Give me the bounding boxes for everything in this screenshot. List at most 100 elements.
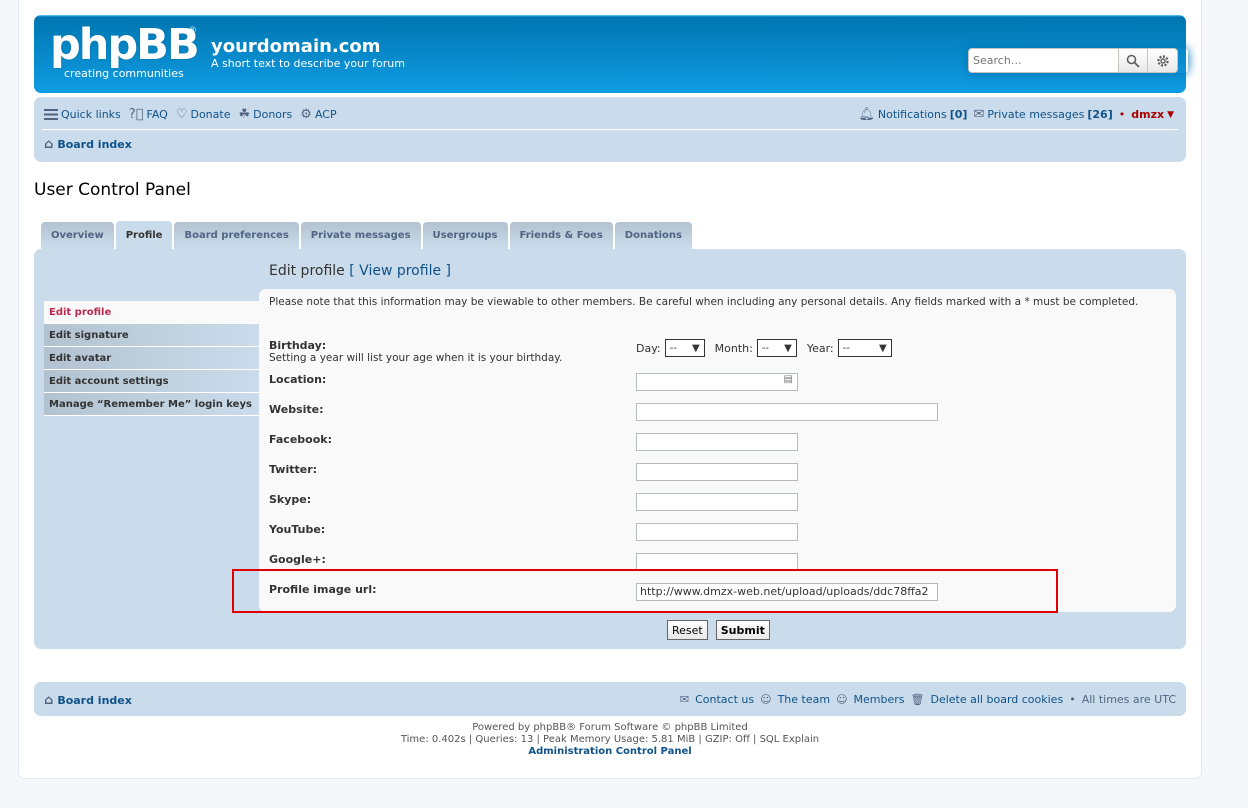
sidebar-item-remember-me-keys[interactable]: Manage “Remember Me” login keys xyxy=(44,393,259,416)
twitter-input[interactable] xyxy=(636,463,798,481)
bell-icon: 🔔︎ xyxy=(858,107,875,122)
private-messages-link[interactable]: ✉ Private messages [26] xyxy=(973,107,1112,122)
googleplus-label: Google+: xyxy=(269,553,326,566)
username: dmzx xyxy=(1131,108,1165,121)
twitter-label: Twitter: xyxy=(269,463,318,476)
day-label: Day: xyxy=(636,341,661,355)
envelope-icon: ✉ xyxy=(973,107,985,122)
year-select[interactable]: -- ▼ xyxy=(837,339,892,357)
notifications-count: [0] xyxy=(949,108,968,121)
quick-links-label: Quick links xyxy=(61,108,121,121)
donate-link[interactable]: ♡ Donate xyxy=(176,107,231,122)
tab-private-messages[interactable]: Private messages xyxy=(300,222,421,249)
month-select[interactable]: -- ▼ xyxy=(756,339,797,357)
breadcrumb-board-index: Board index xyxy=(57,138,132,151)
cogs-icon: ⚙ xyxy=(300,107,312,122)
highlight-box xyxy=(232,569,1058,613)
caret-down-icon: ▼ xyxy=(784,342,792,354)
navbar: Quick links ?⃝ FAQ ♡ Donate ☘ Donors ⚙ A… xyxy=(34,97,1186,162)
location-label: Location: xyxy=(269,373,327,386)
youtube-input[interactable] xyxy=(636,523,798,541)
view-profile-link[interactable]: View profile xyxy=(359,263,441,279)
reset-button[interactable]: Reset xyxy=(667,620,708,640)
acp-link[interactable]: ⚙ ACP xyxy=(300,107,336,122)
location-input[interactable]: ▤ xyxy=(636,373,798,391)
facebook-label: Facebook: xyxy=(269,433,332,446)
facebook-input[interactable] xyxy=(636,433,798,451)
month-value: -- xyxy=(761,342,770,354)
website-label: Website: xyxy=(269,403,324,416)
private-messages-count: [26] xyxy=(1087,108,1113,121)
home-icon: ⌂ xyxy=(44,137,54,152)
tab-overview[interactable]: Overview xyxy=(41,222,114,249)
header-bar: phpBB ® creating communities yourdomain.… xyxy=(34,15,1186,93)
month-label: Month: xyxy=(714,341,753,355)
search-input[interactable] xyxy=(968,48,1118,73)
envelope-icon: ✉ xyxy=(679,693,690,706)
trash-icon: 🗑︎ xyxy=(910,693,925,706)
tab-board-preferences[interactable]: Board preferences xyxy=(174,222,299,249)
contact-card-icon: ▤ xyxy=(783,374,793,385)
footer-breadcrumb[interactable]: ⌂ Board index xyxy=(44,693,132,708)
sidebar-item-edit-signature[interactable]: Edit signature xyxy=(44,324,259,347)
profile-form: Please note that this information may be… xyxy=(259,289,1176,612)
timezone-text: All times are UTC xyxy=(1081,693,1176,706)
private-messages-label: Private messages xyxy=(987,108,1085,121)
user-menu[interactable]: dmzx ▼ xyxy=(1131,108,1174,121)
users-icon: ☺ xyxy=(760,693,772,706)
contact-us-link[interactable]: Contact us xyxy=(695,693,754,706)
donors-link[interactable]: ☘ Donors xyxy=(238,107,292,122)
footer-bullet: • xyxy=(1069,693,1076,706)
day-select[interactable]: -- ▼ xyxy=(664,339,705,357)
birthday-selects: Day: -- ▼ Month: -- ▼ Year: -- ▼ xyxy=(636,339,892,357)
search-icon xyxy=(1126,54,1140,68)
logo-text: phpBB xyxy=(50,20,200,70)
tab-usergroups[interactable]: Usergroups xyxy=(422,222,508,249)
website-input[interactable] xyxy=(636,403,938,421)
nav-bullet: • xyxy=(1118,108,1126,121)
gear-icon xyxy=(1156,54,1169,67)
footer-board-index: Board index xyxy=(57,694,132,707)
quick-links-menu[interactable]: Quick links xyxy=(44,108,121,121)
logo-tagline: creating communities xyxy=(64,67,184,80)
day-value: -- xyxy=(669,342,677,354)
edit-profile-title: Edit profile xyxy=(269,263,345,279)
tab-friends-foes[interactable]: Friends & Foes xyxy=(509,222,613,249)
user-icon: ☺ xyxy=(836,693,848,706)
submit-button[interactable]: Submit xyxy=(715,620,770,640)
ucp-sidebar: Edit profile Edit signature Edit avatar … xyxy=(44,301,259,416)
year-value: -- xyxy=(842,342,850,354)
year-label: Year: xyxy=(806,341,834,355)
sidebar-item-edit-avatar[interactable]: Edit avatar xyxy=(44,347,259,370)
breadcrumb[interactable]: ⌂ Board index xyxy=(44,137,132,152)
nav-divider xyxy=(42,129,1178,130)
search-button[interactable] xyxy=(1118,48,1148,73)
home-icon: ⌂ xyxy=(44,693,54,708)
notifications-link[interactable]: 🔔︎ Notifications [0] xyxy=(858,107,967,122)
delete-cookies-link[interactable]: Delete all board cookies xyxy=(931,693,1064,706)
acp-footer-link[interactable]: Administration Control Panel xyxy=(34,746,1186,758)
caret-down-icon: ▼ xyxy=(691,342,700,354)
tab-donations[interactable]: Donations xyxy=(614,222,692,249)
site-description: A short text to describe your forum xyxy=(211,57,405,70)
birthday-label: Birthday: xyxy=(269,339,327,352)
hamburger-icon xyxy=(44,109,58,120)
faq-link[interactable]: ?⃝ FAQ xyxy=(129,107,168,122)
site-logo[interactable]: phpBB ® creating communities xyxy=(50,20,200,81)
sidebar-item-edit-profile[interactable]: Edit profile xyxy=(44,301,259,324)
skype-input[interactable] xyxy=(636,493,798,511)
the-team-link[interactable]: The team xyxy=(778,693,831,706)
sidebar-item-edit-account-settings[interactable]: Edit account settings xyxy=(44,370,259,393)
edit-profile-heading: Edit profile [ View profile ] xyxy=(269,263,451,279)
donors-label: Donors xyxy=(253,108,293,121)
site-title[interactable]: yourdomain.com xyxy=(211,36,381,57)
skype-label: Skype: xyxy=(269,493,312,506)
caret-down-icon: ▼ xyxy=(878,342,887,354)
notifications-label: Notifications xyxy=(877,108,947,121)
youtube-label: YouTube: xyxy=(269,523,326,536)
advanced-search-button[interactable] xyxy=(1148,48,1178,73)
tab-profile[interactable]: Profile xyxy=(115,221,173,249)
footer-navbar: ⌂ Board index ✉ Contact us ☺ The team ☺ … xyxy=(34,682,1186,716)
bracket-open: [ xyxy=(349,263,355,279)
members-link[interactable]: Members xyxy=(854,693,905,706)
